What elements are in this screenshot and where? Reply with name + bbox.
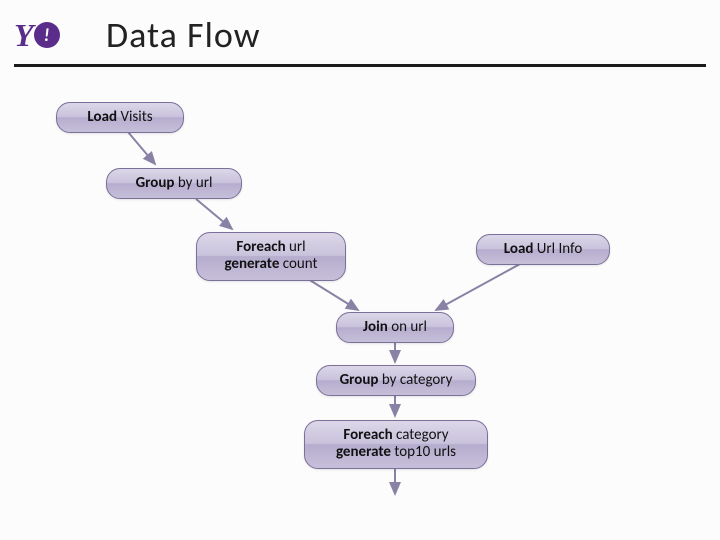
- node-join-on-url: Join on url: [336, 312, 454, 343]
- node-foreach-category: Foreach category generate top10 urls: [304, 420, 488, 469]
- keyword: Join: [363, 318, 391, 336]
- keyword: generate: [336, 443, 394, 461]
- arg: top10 urls: [394, 443, 456, 461]
- yahoo-logo: Y !: [14, 14, 92, 56]
- node-foreach-url: Foreach url generate count: [196, 232, 346, 281]
- arg: by url: [178, 174, 213, 192]
- header: Y ! Data Flow: [14, 6, 706, 64]
- arg: category: [396, 426, 449, 444]
- logo-exclaim-icon: !: [34, 22, 60, 48]
- keyword: Load: [504, 240, 537, 258]
- keyword: Foreach: [343, 426, 396, 444]
- node-load-visits: Load Visits: [56, 102, 184, 133]
- page-title: Data Flow: [106, 13, 260, 57]
- header-divider: [14, 64, 706, 67]
- node-group-by-category: Group by category: [316, 365, 476, 396]
- node-load-urlinfo: Load Url Info: [476, 234, 610, 265]
- keyword: Group: [340, 371, 382, 389]
- arg: by category: [382, 371, 453, 389]
- keyword: Load: [87, 108, 120, 126]
- keyword: Foreach: [236, 238, 289, 256]
- arg: count: [283, 255, 318, 273]
- node-group-by-url: Group by url: [106, 168, 242, 199]
- arg: url: [289, 238, 306, 256]
- keyword: Group: [136, 174, 178, 192]
- arg: Url Info: [537, 240, 582, 258]
- keyword: generate: [224, 255, 282, 273]
- arg: on url: [391, 318, 427, 336]
- logo-y-glyph: Y: [14, 17, 32, 54]
- arg: Visits: [120, 108, 152, 126]
